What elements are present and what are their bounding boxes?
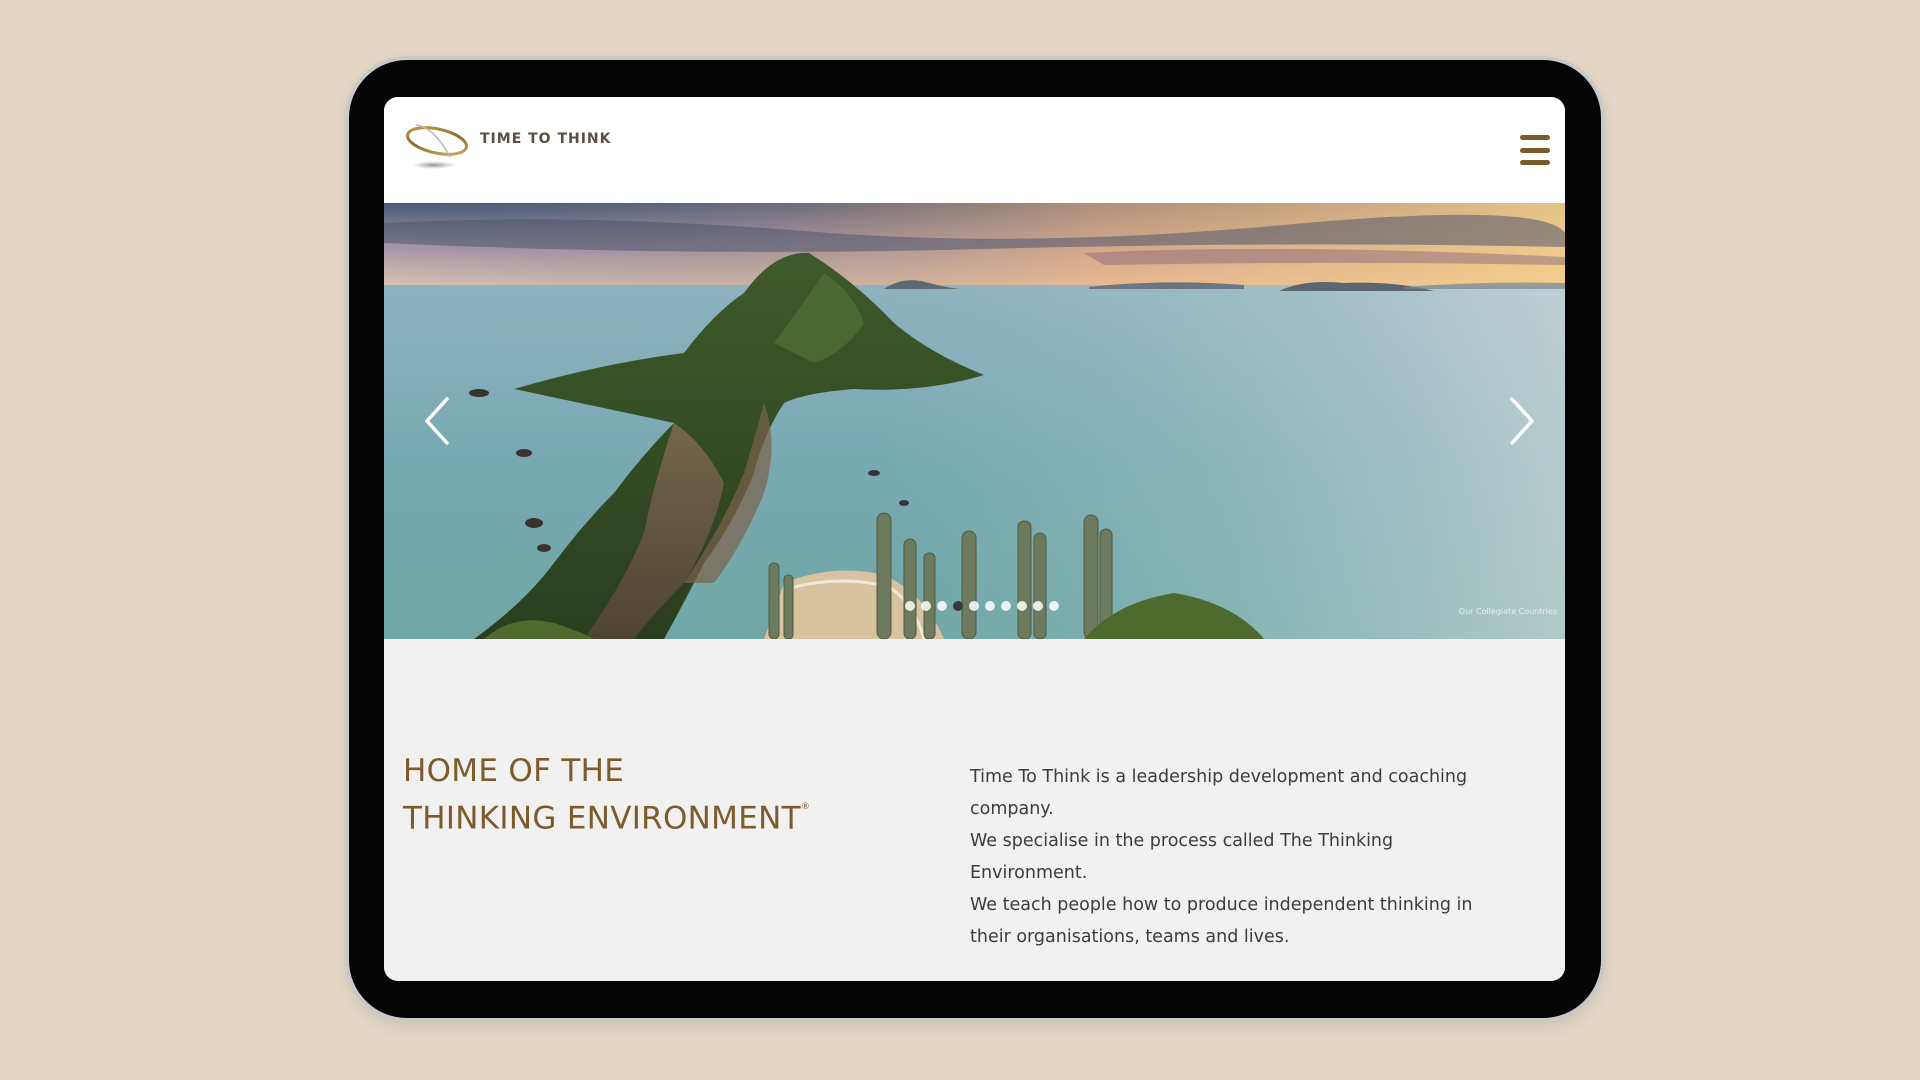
slider-dot[interactable] [1001,601,1011,611]
logo-text: TIME TO THINK [480,131,612,147]
tablet-frame: TIME TO THINK Our Collegiate Countries H… [349,60,1601,1018]
slider-dot[interactable] [905,601,915,611]
slider-dot[interactable] [953,601,963,611]
slider-dot[interactable] [921,601,931,611]
page-headline: HOME OF THE THINKING ENVIRONMENT® [403,749,810,840]
headline-line-1: HOME OF THE [403,753,625,789]
tablet-screen: TIME TO THINK Our Collegiate Countries H… [384,97,1565,981]
slide-caption: Our Collegiate Countries [1458,607,1557,616]
slider-dot[interactable] [969,601,979,611]
hero-slider: Our Collegiate Countries [384,203,1565,639]
menu-bar [1520,147,1550,153]
site-header: TIME TO THINK [384,97,1565,203]
intro-paragraph: We specialise in the process called The … [970,831,1394,883]
slider-dot[interactable] [937,601,947,611]
slider-dot[interactable] [1017,601,1027,611]
headline-line-2: THINKING ENVIRONMENT [403,800,801,837]
menu-bar [1520,135,1550,140]
intro-paragraph: We teach people how to produce independe… [970,895,1473,947]
slider-pagination [905,601,1059,611]
intro-text: Time To Think is a leadership developmen… [970,761,1500,953]
slider-dot[interactable] [985,601,995,611]
logo-swoosh-icon [406,124,468,169]
intro-section: HOME OF THE THINKING ENVIRONMENT® Time T… [384,639,1565,981]
chevron-right-icon[interactable] [1500,393,1540,449]
chevron-left-icon[interactable] [419,393,459,449]
intro-paragraph: Time To Think is a leadership developmen… [970,767,1468,819]
registered-mark: ® [800,802,811,812]
hamburger-menu-icon[interactable] [1520,135,1550,165]
logo[interactable]: TIME TO THINK [404,117,612,177]
coastal-landscape-image [384,203,1565,639]
menu-bar [1520,160,1550,165]
slider-dot[interactable] [1033,601,1043,611]
slider-dot[interactable] [1049,601,1059,611]
